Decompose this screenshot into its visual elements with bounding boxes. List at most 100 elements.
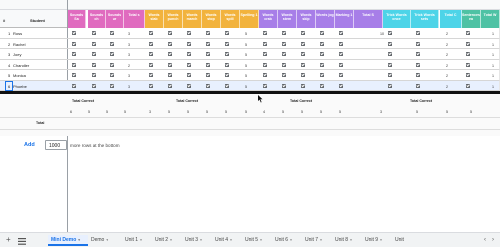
plus-icon[interactable]: + xyxy=(6,235,11,244)
column-header[interactable]: Words stop xyxy=(202,10,221,28)
column-header[interactable]: Words punch xyxy=(164,10,183,28)
column-header[interactable]: Words skip xyxy=(297,10,316,28)
checkbox[interactable] xyxy=(225,73,229,77)
checkbox[interactable] xyxy=(225,41,229,46)
checkbox[interactable] xyxy=(339,73,343,77)
checkbox[interactable] xyxy=(72,73,76,77)
checkbox[interactable] xyxy=(206,41,210,46)
checkbox[interactable] xyxy=(282,83,286,88)
checkbox[interactable] xyxy=(168,41,172,46)
tab-dropdown-icon[interactable]: ▾ xyxy=(290,238,292,242)
checkbox[interactable] xyxy=(263,31,267,35)
checkbox[interactable] xyxy=(320,41,324,46)
checkbox[interactable] xyxy=(320,62,324,67)
checkbox[interactable] xyxy=(92,31,96,35)
column-header[interactable]: Total s xyxy=(124,10,145,28)
sheet-tab[interactable]: Unit 5 ▾ xyxy=(242,235,272,246)
checkbox[interactable] xyxy=(72,83,76,88)
sheet-tab[interactable]: Unit 6 ▾ xyxy=(272,235,302,246)
student-name[interactable]: Joey xyxy=(13,52,21,57)
student-name[interactable]: Phoebe xyxy=(13,84,27,89)
column-header[interactable]: Sentences ea xyxy=(462,10,481,28)
checkbox[interactable] xyxy=(339,62,343,67)
checkbox[interactable] xyxy=(110,41,114,46)
column-header[interactable]: Trick Words sets xyxy=(411,10,439,28)
column-header[interactable]: Marking 1 xyxy=(335,10,354,28)
checkbox[interactable] xyxy=(206,62,210,67)
add-rows-button[interactable]: Add xyxy=(20,141,40,150)
column-header[interactable]: Words march xyxy=(183,10,202,28)
checkbox[interactable] xyxy=(187,41,191,46)
checkbox[interactable] xyxy=(149,62,153,67)
checkbox[interactable] xyxy=(263,41,267,46)
checkbox[interactable] xyxy=(301,62,305,67)
checkbox[interactable] xyxy=(72,31,76,35)
column-header[interactable]: Words slab xyxy=(145,10,164,28)
column-header[interactable]: Words spill xyxy=(221,10,240,28)
chevron-right-icon[interactable]: › xyxy=(492,237,494,243)
checkbox[interactable] xyxy=(72,62,76,67)
checkbox[interactable] xyxy=(301,31,305,35)
row-count-input[interactable]: 1000 xyxy=(45,140,67,150)
checkbox[interactable] xyxy=(110,52,114,56)
checkbox[interactable] xyxy=(149,41,153,46)
checkbox[interactable] xyxy=(320,83,324,88)
sheet-tab[interactable]: Unit 1 ▾ xyxy=(122,235,152,246)
sheet-tab[interactable]: Unit 2 ▾ xyxy=(152,235,182,246)
checkbox[interactable] xyxy=(339,41,343,46)
checkbox[interactable] xyxy=(110,83,114,88)
checkbox[interactable] xyxy=(388,41,392,46)
checkbox[interactable] xyxy=(416,31,420,35)
checkbox[interactable] xyxy=(388,62,392,67)
checkbox[interactable] xyxy=(282,41,286,46)
tab-dropdown-icon[interactable]: ▾ xyxy=(140,238,142,242)
student-name[interactable]: Rachel xyxy=(13,42,25,47)
checkbox[interactable] xyxy=(339,83,343,88)
checkbox[interactable] xyxy=(416,83,420,88)
checkbox[interactable] xyxy=(466,62,470,67)
checkbox[interactable] xyxy=(206,31,210,35)
checkbox[interactable] xyxy=(110,31,114,35)
checkbox[interactable] xyxy=(206,73,210,77)
checkbox[interactable] xyxy=(92,83,96,88)
tab-dropdown-icon[interactable]: ▾ xyxy=(320,238,322,242)
checkbox[interactable] xyxy=(225,62,229,67)
sheet-tab[interactable]: Demo ▾ xyxy=(88,235,122,246)
sheet-tab[interactable]: Unit 9 ▾ xyxy=(362,235,392,246)
checkbox[interactable] xyxy=(388,73,392,77)
sheet-tab[interactable]: Unit xyxy=(392,235,416,246)
student-name[interactable]: Monica xyxy=(13,73,26,78)
checkbox[interactable] xyxy=(263,62,267,67)
checkbox[interactable] xyxy=(206,83,210,88)
chevron-left-icon[interactable]: ‹ xyxy=(484,237,486,243)
tab-dropdown-icon[interactable]: ▾ xyxy=(350,238,352,242)
checkbox[interactable] xyxy=(225,83,229,88)
checkbox[interactable] xyxy=(92,52,96,56)
tab-dropdown-icon[interactable]: ▾ xyxy=(106,238,108,242)
checkbox[interactable] xyxy=(339,31,343,35)
checkbox[interactable] xyxy=(388,52,392,56)
column-header[interactable]: Sounds ch xyxy=(88,10,106,28)
sheet-tab[interactable]: Unit 7 ▾ xyxy=(302,235,332,246)
tab-dropdown-icon[interactable]: ▾ xyxy=(230,238,232,242)
checkbox[interactable] xyxy=(187,83,191,88)
checkbox[interactable] xyxy=(282,62,286,67)
checkbox[interactable] xyxy=(168,62,172,67)
checkbox[interactable] xyxy=(416,62,420,67)
column-header[interactable]: Spelling 1 xyxy=(240,10,259,28)
student-name[interactable]: Ross xyxy=(13,31,22,36)
checkbox[interactable] xyxy=(72,41,76,46)
column-header[interactable]: Total C xyxy=(440,10,462,28)
sheet-tab[interactable]: Mini Demo ▾ xyxy=(48,235,88,246)
checkbox[interactable] xyxy=(320,52,324,56)
checkbox[interactable] xyxy=(263,83,267,88)
checkbox[interactable] xyxy=(149,31,153,35)
column-header[interactable]: Trick Words once xyxy=(383,10,411,28)
checkbox[interactable] xyxy=(388,31,392,35)
checkbox[interactable] xyxy=(92,41,96,46)
checkbox[interactable] xyxy=(263,52,267,56)
tab-dropdown-icon[interactable]: ▾ xyxy=(380,238,382,242)
checkbox[interactable] xyxy=(263,73,267,77)
checkbox[interactable] xyxy=(225,52,229,56)
checkbox[interactable] xyxy=(149,52,153,56)
